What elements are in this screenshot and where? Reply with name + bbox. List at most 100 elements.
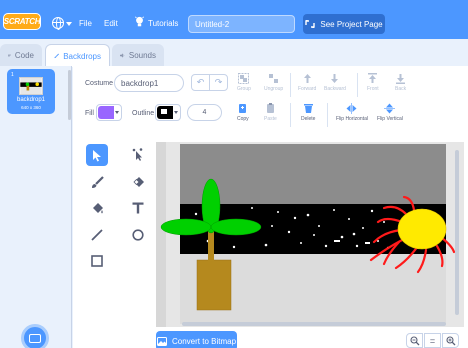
outline-label: Outline	[132, 110, 155, 117]
paste-button[interactable]: Paste	[264, 103, 277, 122]
brush-icon	[91, 175, 104, 188]
backdrop-icon	[29, 333, 41, 343]
back-label: Back	[395, 86, 407, 92]
see-project-label: See Project Page	[320, 19, 383, 29]
chevron-down-icon[interactable]	[66, 22, 72, 26]
choose-backdrop-button[interactable]	[21, 324, 49, 348]
backdrop-item[interactable]: 1 backdrop1 640 x 360	[7, 69, 55, 114]
redo-button[interactable]: ↷	[209, 74, 228, 91]
zoom-in-button[interactable]	[442, 333, 459, 348]
outline-color-picker[interactable]	[155, 104, 181, 121]
paint-bucket-icon	[92, 202, 103, 213]
flip-horizontal-label: Flip Horizontal	[336, 116, 368, 122]
front-button[interactable]: Front	[367, 73, 379, 92]
tab-sounds[interactable]: Sounds	[112, 44, 164, 66]
tab-backdrops[interactable]: Backdrops	[45, 44, 110, 67]
ungroup-label: Ungroup	[264, 86, 284, 92]
flip-horizontal-button[interactable]: Flip Horizontal	[336, 103, 368, 122]
canvas-vertical-scrollbar[interactable]	[455, 150, 459, 315]
flip-vertical-button[interactable]: Flip Vertical	[377, 103, 403, 122]
tutorials-menu[interactable]: Tutorials	[148, 19, 178, 28]
stroke-width-input[interactable]	[187, 104, 222, 121]
select-tool[interactable]	[86, 144, 108, 166]
reshape-tool[interactable]	[127, 144, 149, 166]
redo-icon: ↷	[214, 77, 223, 87]
backdrop-name: backdrop1	[16, 97, 46, 103]
rectangle-icon	[91, 255, 103, 267]
project-title-input[interactable]	[188, 15, 295, 33]
forward-button[interactable]: Forward	[298, 73, 316, 92]
zoom-out-button[interactable]	[406, 333, 423, 348]
fill-tool[interactable]	[86, 197, 108, 219]
copy-button[interactable]: Copy	[237, 103, 249, 122]
backdrop-number: 1	[11, 72, 14, 78]
group-button[interactable]: Group	[237, 73, 251, 92]
toolbar-divider	[290, 103, 291, 127]
see-project-page-button[interactable]: See Project Page	[303, 14, 385, 34]
undo-icon: ↶	[196, 77, 205, 87]
tab-backdrops-label: Backdrops	[63, 51, 101, 61]
fill-color-swatch	[98, 106, 114, 119]
ungroup-icon	[268, 73, 279, 84]
ungroup-button[interactable]: Ungroup	[264, 73, 283, 92]
edit-menu[interactable]: Edit	[104, 19, 118, 28]
project-arrows-icon	[305, 20, 316, 28]
group-icon	[238, 73, 250, 84]
backdrop-thumbnail	[19, 77, 43, 95]
line-tool[interactable]	[86, 224, 108, 246]
convert-to-bitmap-button[interactable]: Convert to Bitmap	[156, 331, 237, 348]
backward-label: Backward	[324, 86, 346, 92]
zoom-reset-label: =	[429, 335, 436, 346]
scratch-logo[interactable]: SCRATCH	[3, 13, 41, 30]
tab-code-label: Code	[14, 50, 34, 60]
paste-icon	[265, 103, 276, 114]
backdrop-size: 640 x 360	[21, 105, 41, 110]
flip-horizontal-icon	[346, 103, 357, 114]
toolbar-divider	[290, 73, 291, 97]
file-menu[interactable]: File	[79, 19, 92, 28]
delete-button[interactable]: Delete	[301, 103, 315, 122]
chevron-down-icon	[174, 111, 178, 114]
brush-tool[interactable]	[86, 171, 108, 193]
trash-icon	[303, 103, 314, 114]
speaker-icon	[120, 52, 125, 58]
flip-vertical-label: Flip Vertical	[377, 116, 403, 122]
costume-label: Costume	[85, 80, 114, 87]
lightbulb-icon[interactable]	[135, 16, 144, 28]
outline-color-swatch	[157, 106, 173, 119]
fill-color-picker[interactable]	[96, 104, 122, 121]
undo-button[interactable]: ↶	[191, 74, 210, 91]
front-label: Front	[367, 86, 379, 92]
line-icon	[91, 229, 103, 241]
toolbar-divider	[357, 73, 358, 97]
zoom-out-icon	[409, 335, 419, 345]
costume-name-input[interactable]	[114, 74, 184, 92]
toolbar-divider	[327, 103, 328, 127]
forward-icon	[302, 73, 313, 84]
brush-icon	[54, 53, 60, 59]
backdrop-artwork[interactable]	[156, 142, 464, 327]
canvas-horizontal-scrollbar[interactable]	[182, 322, 446, 326]
fill-label: Fill	[85, 110, 94, 117]
zoom-reset-button[interactable]: =	[424, 333, 441, 348]
text-tool[interactable]	[127, 197, 149, 219]
flip-vertical-icon	[384, 103, 396, 114]
eraser-tool[interactable]	[127, 171, 149, 193]
rectangle-tool[interactable]	[86, 250, 108, 272]
globe-icon[interactable]	[52, 17, 64, 30]
menu-bar: SCRATCH File Edit Tutorials See Project …	[0, 0, 468, 39]
arrow-pointer-icon	[92, 149, 101, 161]
circle-tool[interactable]	[127, 224, 149, 246]
backdrop-list-scrollbar[interactable]	[68, 70, 71, 120]
back-button[interactable]: Back	[395, 73, 406, 92]
code-blocks-icon	[8, 54, 11, 56]
back-icon	[395, 73, 406, 84]
backward-icon	[329, 73, 340, 84]
tab-code[interactable]: Code	[0, 44, 42, 66]
forward-label: Forward	[298, 86, 317, 92]
tab-sounds-label: Sounds	[128, 50, 156, 60]
reshape-icon	[132, 148, 142, 161]
convert-to-bitmap-label: Convert to Bitmap	[171, 336, 237, 346]
backward-button[interactable]: Backward	[324, 73, 346, 92]
group-label: Group	[237, 86, 251, 92]
